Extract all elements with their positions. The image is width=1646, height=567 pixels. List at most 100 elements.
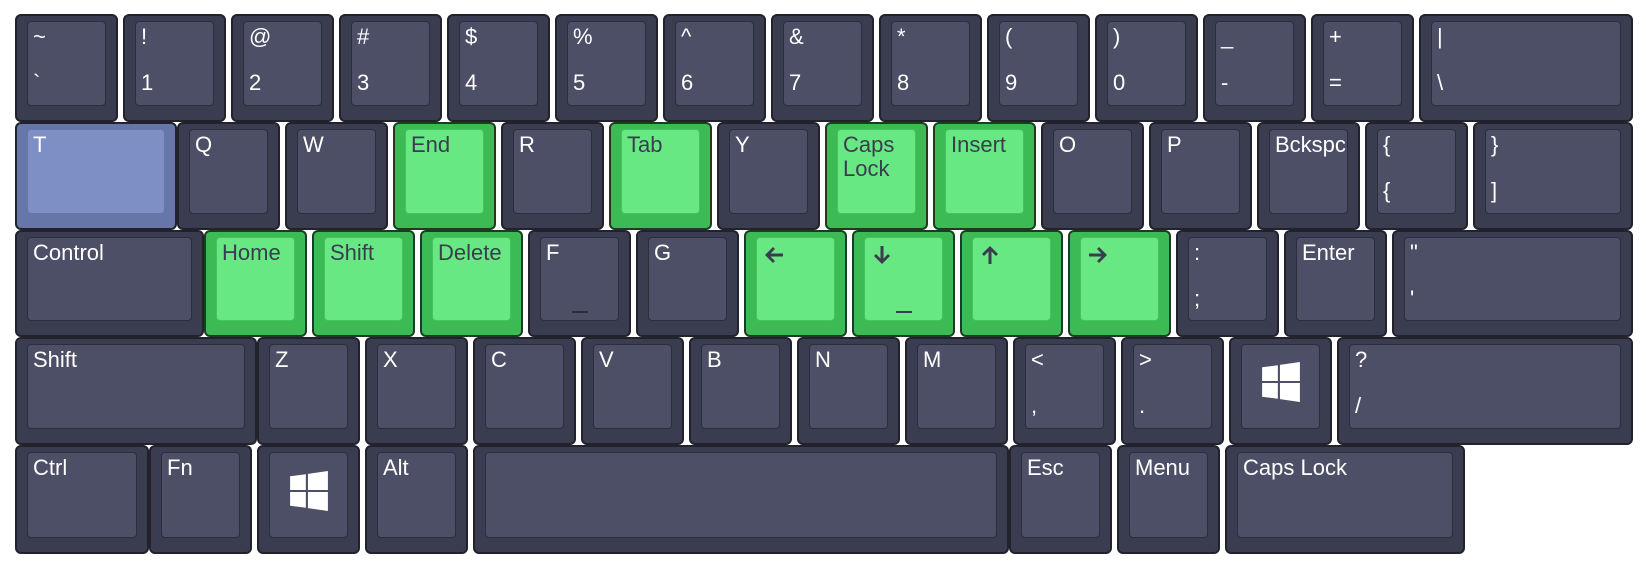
- key-shift-legend: ): [1113, 24, 1121, 49]
- key-base-legend: `: [33, 70, 41, 95]
- key-label: Esc: [1027, 455, 1064, 480]
- key-left-brace[interactable]: {{: [1365, 122, 1468, 230]
- key-shift-legend: %: [573, 24, 593, 49]
- key-equals[interactable]: + =: [1311, 14, 1414, 122]
- key-base-legend: 1: [141, 70, 154, 95]
- key-backspace[interactable]: Bckspc: [1257, 122, 1360, 230]
- key-label: P: [1167, 132, 1182, 157]
- key-slash[interactable]: ? /: [1337, 337, 1633, 445]
- key-label: M: [923, 347, 942, 372]
- key-v[interactable]: V: [581, 337, 684, 445]
- key-shift-legend: #: [357, 24, 370, 49]
- key-space[interactable]: [473, 445, 1009, 554]
- key-label: N: [815, 347, 831, 372]
- arrow-right-icon: [1086, 243, 1110, 267]
- key-insert[interactable]: Insert: [933, 122, 1036, 230]
- key-base-legend: 5: [573, 70, 586, 95]
- key-9[interactable]: (9: [987, 14, 1090, 122]
- key-p[interactable]: P: [1149, 122, 1252, 230]
- key-comma[interactable]: <,: [1013, 337, 1116, 445]
- key-r[interactable]: R: [501, 122, 604, 230]
- key-label: Menu: [1135, 455, 1191, 480]
- key-arrow-down[interactable]: [852, 230, 955, 337]
- key-arrow-up[interactable]: [960, 230, 1063, 337]
- key-caps-lock-remapped[interactable]: Caps Lock: [825, 122, 928, 230]
- key-1[interactable]: ! 1: [123, 14, 226, 122]
- key-backslash[interactable]: | \: [1419, 14, 1633, 122]
- key-n[interactable]: N: [797, 337, 900, 445]
- homing-bump: [571, 311, 588, 313]
- key-base-legend: 9: [1005, 70, 1018, 95]
- key-q[interactable]: Q: [177, 122, 280, 230]
- key-caps-lock[interactable]: Caps Lock: [1225, 445, 1465, 554]
- key-semicolon[interactable]: :;: [1176, 230, 1279, 337]
- key-y[interactable]: Y: [717, 122, 820, 230]
- key-enter[interactable]: Enter: [1284, 230, 1387, 337]
- key-label: Ctrl: [33, 455, 68, 480]
- key-label: W: [303, 132, 324, 157]
- keyboard-layout: ~ `! 1 @2 #3 $4% 5 ^ 6 & 7 * 8(9) 0 _ - + = | \ T Q W End R Tab Y C…: [0, 0, 1646, 567]
- keycap: [1485, 129, 1621, 214]
- key-label: Y: [735, 132, 750, 157]
- key-c[interactable]: C: [473, 337, 576, 445]
- key-base-legend: ,: [1031, 393, 1038, 418]
- key-o[interactable]: O: [1041, 122, 1144, 230]
- key-w[interactable]: W: [285, 122, 388, 230]
- keycap: [1349, 344, 1621, 429]
- key-ctrl[interactable]: Ctrl: [15, 445, 149, 554]
- key-shift-legend: :: [1194, 240, 1201, 265]
- key-tilde[interactable]: ~ `: [15, 14, 118, 122]
- key-label: Alt: [383, 455, 409, 480]
- key-m[interactable]: M: [905, 337, 1008, 445]
- key-right-brace[interactable]: }]: [1473, 122, 1633, 230]
- key-x[interactable]: X: [365, 337, 468, 445]
- key-delete[interactable]: Delete: [420, 230, 523, 337]
- key-alt[interactable]: Alt: [365, 445, 468, 554]
- key-shift-legend: ": [1410, 240, 1418, 265]
- key-shift-legend: }: [1491, 132, 1499, 157]
- arrow-left-icon: [762, 243, 786, 267]
- key-f[interactable]: F: [528, 230, 631, 337]
- key-base-legend: =: [1329, 70, 1342, 95]
- key-2[interactable]: @2: [231, 14, 334, 122]
- key-tab[interactable]: Tab: [609, 122, 712, 230]
- key-shift-legend: !: [141, 24, 148, 49]
- key-t-remapped[interactable]: T: [15, 122, 177, 230]
- key-z[interactable]: Z: [257, 337, 360, 445]
- key-home[interactable]: Home: [204, 230, 307, 337]
- key-0[interactable]: ) 0: [1095, 14, 1198, 122]
- key-arrow-right[interactable]: [1068, 230, 1171, 337]
- key-shift-legend: ~: [33, 24, 46, 49]
- key-7[interactable]: & 7: [771, 14, 874, 122]
- key-end[interactable]: End: [393, 122, 496, 230]
- key-left-shift[interactable]: Shift: [15, 337, 257, 445]
- key-esc[interactable]: Esc: [1009, 445, 1112, 554]
- key-control[interactable]: Control: [15, 230, 204, 337]
- homing-bump: [895, 311, 912, 313]
- key-g[interactable]: G: [636, 230, 739, 337]
- key-arrow-left[interactable]: [744, 230, 847, 337]
- key-windows-right[interactable]: [1229, 337, 1332, 445]
- key-shift-legend: |: [1437, 24, 1443, 49]
- key-8[interactable]: * 8: [879, 14, 982, 122]
- key-quote[interactable]: " ': [1392, 230, 1633, 337]
- key-windows-left[interactable]: [257, 445, 360, 554]
- key-period[interactable]: >.: [1121, 337, 1224, 445]
- key-menu[interactable]: Menu: [1117, 445, 1220, 554]
- key-fn[interactable]: Fn: [149, 445, 252, 554]
- key-label: Shift: [33, 347, 78, 372]
- key-5[interactable]: % 5: [555, 14, 658, 122]
- key-label: Control: [33, 240, 104, 265]
- key-minus[interactable]: _ -: [1203, 14, 1306, 122]
- key-label: Delete: [438, 240, 502, 265]
- key-label: Enter: [1302, 240, 1355, 265]
- key-shift-remapped[interactable]: Shift: [312, 230, 415, 337]
- key-label: Insert: [951, 132, 1007, 157]
- key-label: Z: [275, 347, 289, 372]
- key-base-legend: /: [1355, 393, 1362, 418]
- key-label: X: [383, 347, 398, 372]
- key-b[interactable]: B: [689, 337, 792, 445]
- key-6[interactable]: ^ 6: [663, 14, 766, 122]
- key-3[interactable]: #3: [339, 14, 442, 122]
- key-4[interactable]: $4: [447, 14, 550, 122]
